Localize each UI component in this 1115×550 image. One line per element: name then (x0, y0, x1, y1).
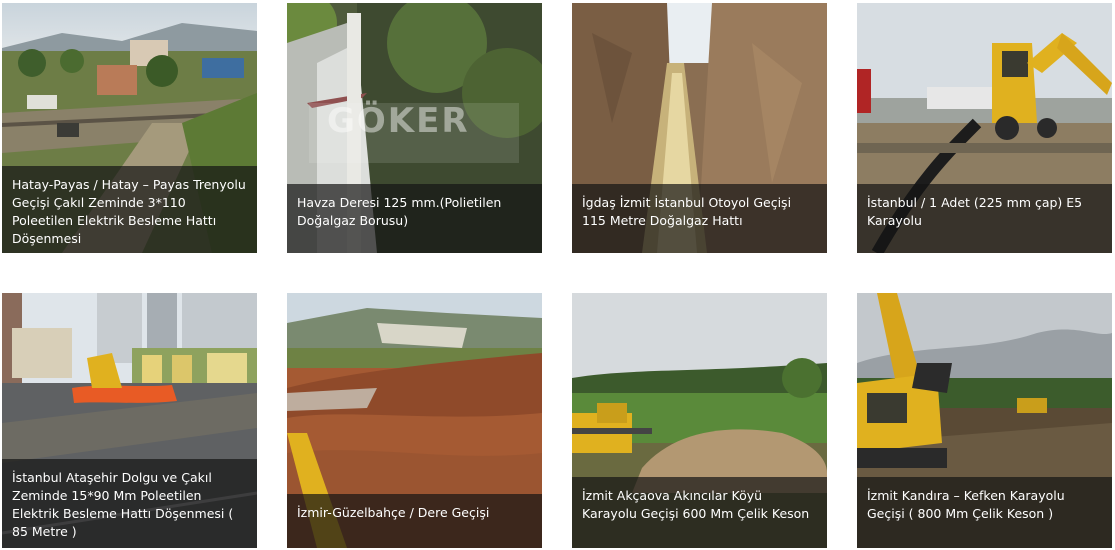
caption-text: İzmit Akçaova Akıncılar Köyü Karayolu Ge… (582, 488, 810, 521)
caption-text: İstanbul Ataşehir Dolgu ve Çakıl Zeminde… (12, 470, 234, 539)
gallery-caption: İstanbul Ataşehir Dolgu ve Çakıl Zeminde… (2, 459, 257, 548)
gallery-card-1[interactable]: Hatay-Payas / Hatay – Payas Trenyolu Geç… (2, 3, 257, 253)
caption-text: İgdaş İzmit İstanbul Otoyol Geçişi 115 M… (582, 195, 792, 228)
caption-text: İstanbul / 1 Adet (225 mm çap) E5 Karayo… (867, 195, 1083, 228)
gallery-card-4[interactable]: İstanbul / 1 Adet (225 mm çap) E5 Karayo… (857, 3, 1112, 253)
caption-text: Havza Deresi 125 mm.(Polietilen Doğalgaz… (297, 195, 502, 228)
gallery-caption: İzmit Akçaova Akıncılar Köyü Karayolu Ge… (572, 477, 827, 548)
gallery-card-8[interactable]: İzmit Kandıra – Kefken Karayolu Geçişi (… (857, 293, 1112, 548)
gallery-caption: İstanbul / 1 Adet (225 mm çap) E5 Karayo… (857, 184, 1112, 253)
gallery-caption: İzmir-Güzelbahçe / Dere Geçişi (287, 494, 542, 548)
gallery-card-2[interactable]: GÖKER Havza Deresi 125 mm.(Polietilen Do… (287, 3, 542, 253)
caption-text: İzmit Kandıra – Kefken Karayolu Geçişi (… (867, 488, 1065, 521)
gallery-caption: İzmit Kandıra – Kefken Karayolu Geçişi (… (857, 477, 1112, 548)
gallery-card-7[interactable]: İzmit Akçaova Akıncılar Köyü Karayolu Ge… (572, 293, 827, 548)
gallery-card-6[interactable]: İzmir-Güzelbahçe / Dere Geçişi (287, 293, 542, 548)
gallery-card-3[interactable]: İgdaş İzmit İstanbul Otoyol Geçişi 115 M… (572, 3, 827, 253)
gallery-caption: İgdaş İzmit İstanbul Otoyol Geçişi 115 M… (572, 184, 827, 253)
gallery-card-5[interactable]: İstanbul Ataşehir Dolgu ve Çakıl Zeminde… (2, 293, 257, 548)
watermark-logo: GÖKER (327, 101, 470, 141)
gallery-caption: Havza Deresi 125 mm.(Polietilen Doğalgaz… (287, 184, 542, 253)
caption-text: İzmir-Güzelbahçe / Dere Geçişi (297, 505, 490, 520)
gallery-caption: Hatay-Payas / Hatay – Payas Trenyolu Geç… (2, 166, 257, 253)
caption-text: Hatay-Payas / Hatay – Payas Trenyolu Geç… (12, 177, 246, 246)
